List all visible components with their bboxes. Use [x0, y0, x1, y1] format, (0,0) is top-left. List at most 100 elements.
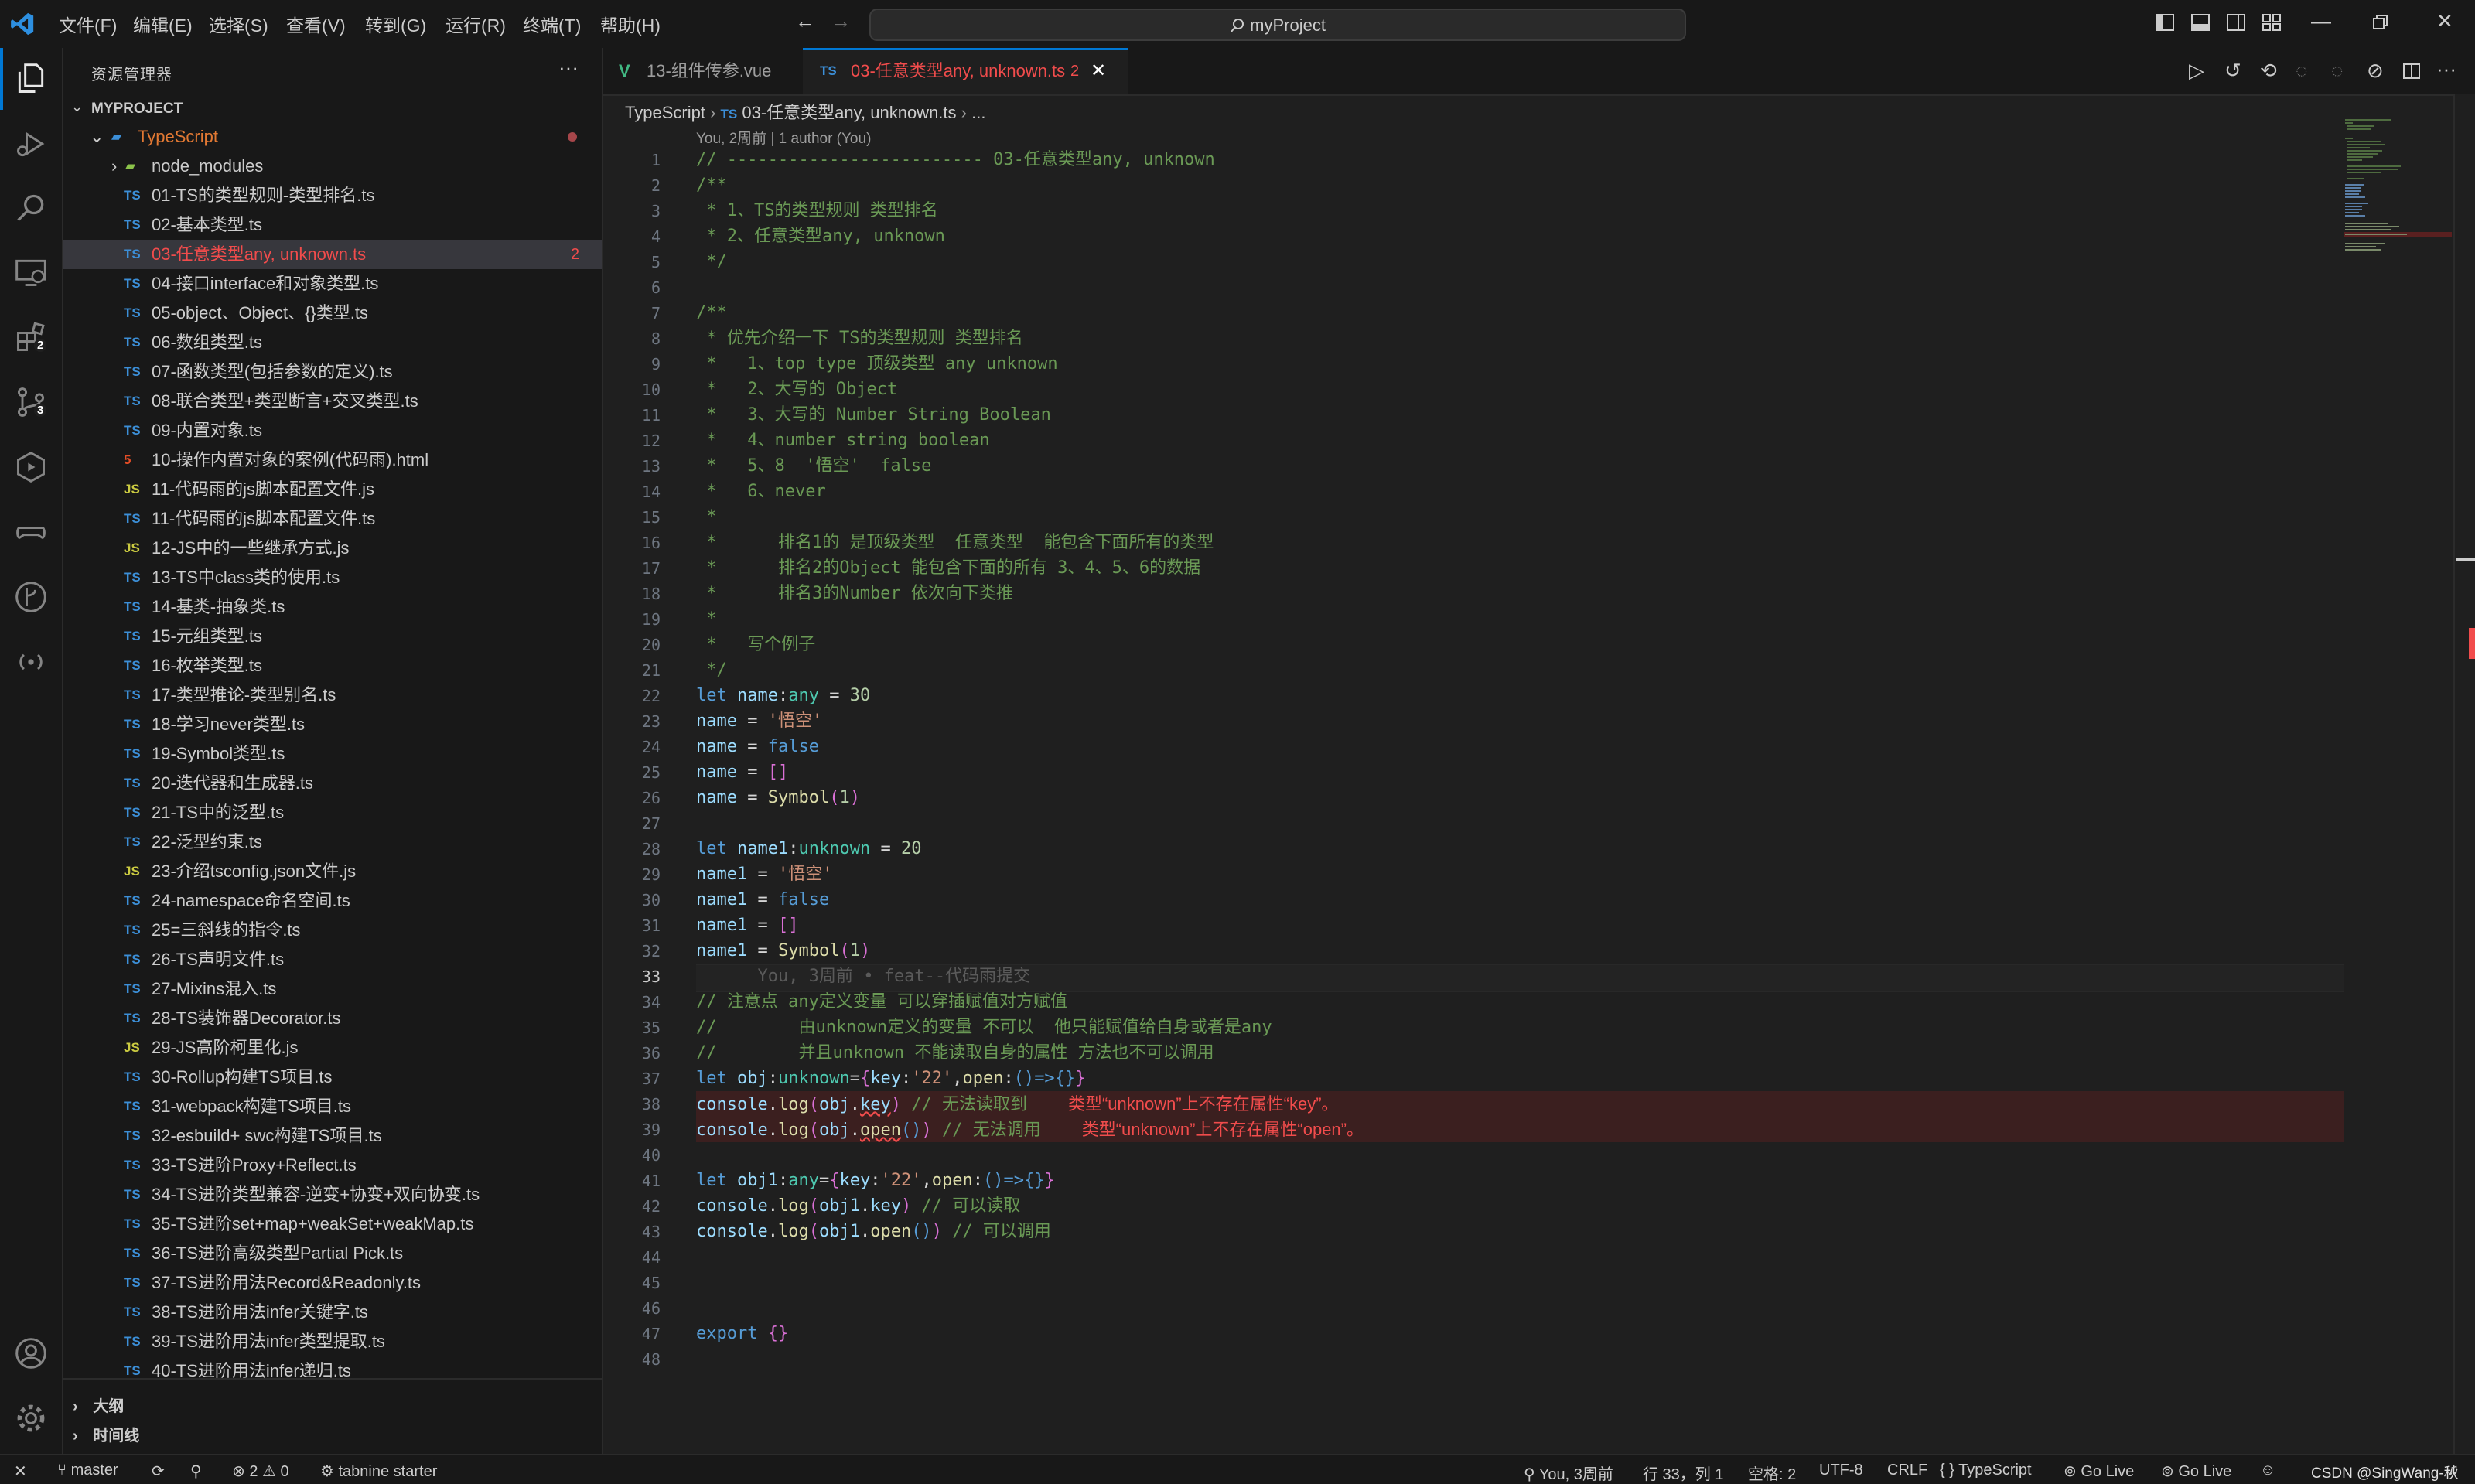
remote-icon[interactable]: ✕	[14, 1462, 27, 1481]
tree-file[interactable]: TS 18-学习never类型.ts	[63, 710, 602, 739]
restore-icon[interactable]	[2371, 14, 2388, 31]
git-blame-status[interactable]: ⚲ You, 3周前	[1524, 1462, 1613, 1484]
tree-file[interactable]: TS 22-泛型约束.ts	[63, 827, 602, 857]
account-icon[interactable]	[14, 1336, 48, 1370]
tree-file[interactable]: JS 11-代码雨的js脚本配置文件.js	[63, 475, 602, 504]
tree-file[interactable]: JS 12-JS中的一些继承方式.js	[63, 534, 602, 563]
outline-section[interactable]: › 大纲	[73, 1394, 124, 1416]
toggle-secondary-sidebar-icon[interactable]	[2226, 12, 2246, 32]
git-branch[interactable]: ⑂ master	[57, 1462, 118, 1479]
git-graph-icon[interactable]	[14, 580, 48, 614]
publish-icon[interactable]: ⚲	[190, 1462, 202, 1481]
language-mode[interactable]: { } TypeScript	[1940, 1462, 2032, 1479]
tree-file[interactable]: TS 24-namespace命名空间.ts	[63, 886, 602, 916]
tree-file[interactable]: TS 34-TS进阶类型兼容-逆变+协变+双向协变.ts	[63, 1180, 602, 1209]
tab-vue-file[interactable]: V 13-组件传参.vue	[603, 48, 801, 94]
forward-arrow-icon[interactable]: →	[831, 9, 851, 33]
breadcrumb-file[interactable]: 03-任意类型any, unknown.ts	[742, 103, 956, 122]
tree-file[interactable]: TS 40-TS进阶用法infer递归.ts	[63, 1356, 602, 1386]
cursor-position[interactable]: 行 33，列 1	[1643, 1462, 1723, 1484]
breadcrumb-folder[interactable]: TypeScript	[625, 103, 705, 122]
tree-file[interactable]: TS 13-TS中class类的使用.ts	[63, 563, 602, 592]
go-back-change-icon[interactable]: ⟲	[2260, 59, 2277, 83]
run-and-debug-icon[interactable]	[14, 450, 48, 484]
project-root[interactable]: MYPROJECT	[91, 101, 183, 118]
menu-help[interactable]: 帮助(H)	[600, 11, 661, 37]
tree-file[interactable]: TS 08-联合类型+类型断言+交叉类型.ts	[63, 387, 602, 416]
code-editor[interactable]: 1 2 3 4 5 6 7 8 9 10 11 12 13 14 15 16 17 18 19 20 21 22 23 24 2…	[603, 147, 2344, 1369]
tree-file[interactable]: 5 10-操作内置对象的案例(代码雨).html	[63, 445, 602, 475]
indentation[interactable]: 空格: 2	[1748, 1462, 1796, 1484]
go-live-button[interactable]: ⊚ Go Live	[2064, 1462, 2134, 1481]
minimize-icon[interactable]: —	[2311, 9, 2331, 33]
menu-edit[interactable]: 编辑(E)	[133, 11, 193, 37]
tree-file[interactable]: TS 14-基类-抽象类.ts	[63, 592, 602, 622]
copilot-icon[interactable]: ☺	[2260, 1462, 2275, 1479]
toggle-primary-sidebar-icon[interactable]	[2155, 12, 2175, 32]
editor-scrollbar[interactable]	[2453, 94, 2475, 1454]
tree-file[interactable]: TS 15-元组类型.ts	[63, 622, 602, 651]
tree-file[interactable]: TS 25=三斜线的指令.ts	[63, 916, 602, 945]
customize-layout-icon[interactable]	[2262, 12, 2282, 32]
close-tab-icon[interactable]: ✕	[1091, 50, 1106, 92]
remote-explorer-icon[interactable]	[14, 255, 48, 289]
tree-file[interactable]: TS 36-TS进阶高级类型Partial Pick.ts	[63, 1239, 602, 1268]
tabnine-status[interactable]: ⚙ tabnine starter	[320, 1462, 437, 1481]
tree-file[interactable]: TS 20-迭代器和生成器.ts	[63, 769, 602, 798]
tree-folder-typescript[interactable]: ⌄ ▰ TypeScript	[63, 122, 602, 152]
tree-file[interactable]: TS 17-类型推论-类型别名.ts	[63, 681, 602, 710]
go-live-button-2[interactable]: ⊚ Go Live	[2161, 1462, 2231, 1481]
tab-active-ts-file[interactable]: TS 03-任意类型any, unknown.ts 2 ✕	[803, 48, 1128, 94]
tree-file[interactable]: TS 07-函数类型(包括参数的定义).ts	[63, 357, 602, 387]
tree-file[interactable]: JS 23-介绍tsconfig.json文件.js	[63, 857, 602, 886]
tree-file[interactable]: TS 28-TS装饰器Decorator.ts	[63, 1004, 602, 1033]
tree-file[interactable]: TS 26-TS声明文件.ts	[63, 945, 602, 974]
tree-file[interactable]: TS 03-任意类型any, unknown.ts 2	[63, 240, 602, 269]
tree-file[interactable]: TS 09-内置对象.ts	[63, 416, 602, 445]
tree-file[interactable]: TS 01-TS的类型规则-类型排名.ts	[63, 181, 602, 210]
menu-run[interactable]: 运行(R)	[446, 11, 506, 37]
next-change-icon[interactable]: ◌	[2331, 59, 2343, 83]
menu-view[interactable]: 查看(V)	[286, 11, 346, 37]
broadcast-icon[interactable]	[14, 645, 48, 679]
run-debug-icon[interactable]	[14, 127, 48, 161]
tree-file[interactable]: TS 37-TS进阶用法Record&Readonly.ts	[63, 1268, 602, 1298]
tree-file[interactable]: TS 05-object、Object、{}类型.ts	[63, 299, 602, 328]
timeline-section[interactable]: › 时间线	[73, 1423, 139, 1445]
previous-change-icon[interactable]: ◌	[2296, 59, 2307, 83]
menu-selection[interactable]: 选择(S)	[209, 11, 268, 37]
explorer-files-icon[interactable]	[14, 62, 48, 96]
menu-go[interactable]: 转到(G)	[365, 11, 426, 37]
more-actions-icon[interactable]: ···	[2436, 57, 2456, 81]
toggle-panel-icon[interactable]	[2190, 12, 2210, 32]
encoding[interactable]: UTF-8	[1819, 1462, 1863, 1479]
tree-file[interactable]: TS 19-Symbol类型.ts	[63, 739, 602, 769]
tree-file[interactable]: TS 02-基本类型.ts	[63, 210, 602, 240]
tree-file[interactable]: JS 29-JS高阶柯里化.js	[63, 1033, 602, 1063]
back-arrow-icon[interactable]: ←	[795, 9, 815, 33]
tree-file[interactable]: TS 16-枚举类型.ts	[63, 651, 602, 681]
tree-file[interactable]: TS 39-TS进阶用法infer类型提取.ts	[63, 1327, 602, 1356]
chevron-down-icon[interactable]: ⌄	[71, 99, 83, 115]
git-compare-icon[interactable]: ⊘	[2367, 59, 2384, 83]
tree-file[interactable]: TS 32-esbuild+ swc构建TS项目.ts	[63, 1121, 602, 1151]
tree-file[interactable]: TS 33-TS进阶Proxy+Reflect.ts	[63, 1151, 602, 1180]
menu-file[interactable]: 文件(F)	[59, 11, 117, 37]
end-of-line[interactable]: CRLF	[1887, 1462, 1927, 1479]
gamepad-icon[interactable]	[14, 515, 48, 549]
code-lens-author[interactable]: You, 2周前 | 1 author (You)	[696, 127, 871, 148]
tree-file[interactable]: TS 27-Mixins混入.ts	[63, 974, 602, 1004]
notifications-bell-icon[interactable]: ♫	[2447, 1462, 2459, 1479]
tree-file[interactable]: TS 11-代码雨的js脚本配置文件.ts	[63, 504, 602, 534]
search-icon[interactable]	[14, 192, 48, 226]
split-editor-icon[interactable]	[2402, 62, 2421, 80]
command-center-search[interactable]: myProject	[869, 9, 1686, 41]
minimap[interactable]	[2344, 116, 2452, 317]
timeline-history-icon[interactable]: ↺	[2224, 59, 2241, 83]
problems-indicator[interactable]: ⊗ 2 ⚠ 0	[232, 1462, 289, 1481]
more-actions-icon[interactable]: ···	[558, 56, 579, 80]
close-window-icon[interactable]: ✕	[2436, 9, 2453, 33]
menu-terminal[interactable]: 终端(T)	[523, 11, 581, 37]
tree-file[interactable]: TS 30-Rollup构建TS项目.ts	[63, 1063, 602, 1092]
run-code-icon[interactable]: ▷	[2189, 59, 2204, 83]
